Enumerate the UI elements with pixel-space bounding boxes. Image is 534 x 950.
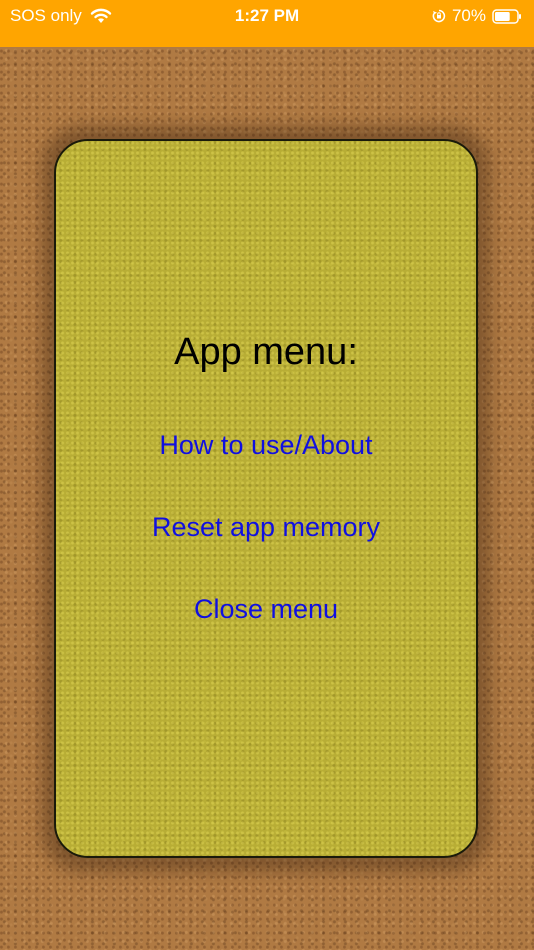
menu-card: App menu: How to use/About Reset app mem…	[54, 139, 478, 858]
status-right: 70%	[432, 6, 522, 26]
close-menu-link[interactable]: Close menu	[56, 594, 476, 625]
orientation-lock-icon	[432, 9, 446, 23]
how-to-use-about-link[interactable]: How to use/About	[56, 430, 476, 461]
battery-percent: 70%	[451, 6, 486, 25]
battery-icon	[492, 8, 522, 24]
menu-title: App menu:	[174, 331, 358, 373]
status-bar: SOS only 1:27 PM 70%	[0, 0, 534, 47]
app-screen: SOS only 1:27 PM 70% App menu: How to us…	[0, 0, 534, 950]
reset-app-memory-link[interactable]: Reset app memory	[56, 512, 476, 543]
